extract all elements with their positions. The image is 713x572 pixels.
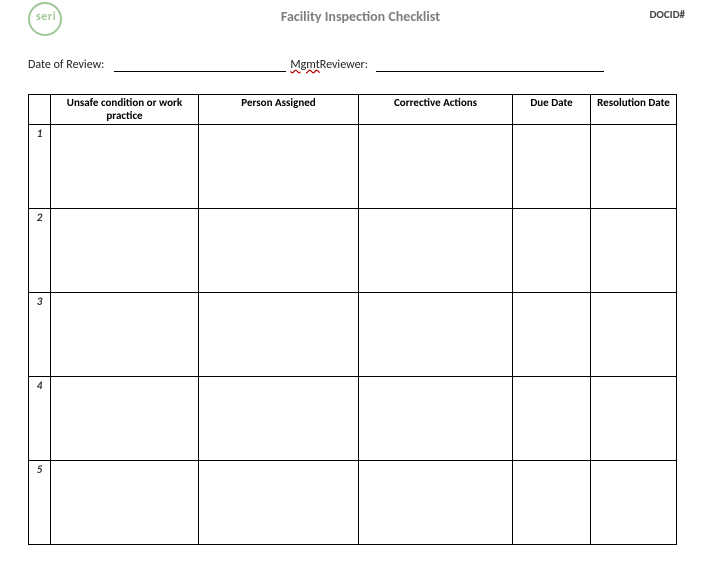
cell-due[interactable] <box>513 377 591 461</box>
table-row: 3 <box>29 293 677 377</box>
page-title: Facility Inspection Checklist <box>28 8 693 25</box>
cell-person[interactable] <box>199 293 359 377</box>
col-header-condition: Unsafe condition or work practice <box>51 95 199 125</box>
cell-person[interactable] <box>199 377 359 461</box>
cell-actions[interactable] <box>359 209 513 293</box>
date-of-review-label: Date of Review: <box>28 58 104 72</box>
cell-resolution[interactable] <box>591 461 677 545</box>
cell-person[interactable] <box>199 209 359 293</box>
checklist-table-wrap: Unsafe condition or work practice Person… <box>28 94 693 545</box>
cell-due[interactable] <box>513 125 591 209</box>
header: seri Facility Inspection Checklist DOCID… <box>28 6 693 34</box>
col-header-due: Due Date <box>513 95 591 125</box>
cell-condition[interactable] <box>51 293 199 377</box>
table-row: 2 <box>29 209 677 293</box>
table-row: 1 <box>29 125 677 209</box>
cell-due[interactable] <box>513 209 591 293</box>
table-header-row: Unsafe condition or work practice Person… <box>29 95 677 125</box>
table-body: 1 2 3 <box>29 125 677 545</box>
row-number: 1 <box>29 125 51 209</box>
cell-condition[interactable] <box>51 125 199 209</box>
document-page: seri Facility Inspection Checklist DOCID… <box>0 0 713 572</box>
col-header-actions: Corrective Actions <box>359 95 513 125</box>
col-header-num <box>29 95 51 125</box>
cell-person[interactable] <box>199 125 359 209</box>
cell-actions[interactable] <box>359 377 513 461</box>
meta-row: Date of Review: MgmtReviewer: <box>28 58 693 72</box>
mgmt-reviewer-input-line[interactable] <box>376 58 604 72</box>
cell-resolution[interactable] <box>591 209 677 293</box>
cell-resolution[interactable] <box>591 377 677 461</box>
row-number: 5 <box>29 461 51 545</box>
cell-due[interactable] <box>513 293 591 377</box>
cell-actions[interactable] <box>359 293 513 377</box>
row-number: 4 <box>29 377 51 461</box>
cell-condition[interactable] <box>51 461 199 545</box>
cell-condition[interactable] <box>51 377 199 461</box>
cell-person[interactable] <box>199 461 359 545</box>
cell-resolution[interactable] <box>591 293 677 377</box>
table-row: 5 <box>29 461 677 545</box>
mgmt-text: Mgmt <box>290 58 319 72</box>
cell-due[interactable] <box>513 461 591 545</box>
checklist-table: Unsafe condition or work practice Person… <box>28 94 677 545</box>
cell-actions[interactable] <box>359 125 513 209</box>
row-number: 2 <box>29 209 51 293</box>
col-header-resolution: Resolution Date <box>591 95 677 125</box>
mgmt-reviewer-label: MgmtReviewer: <box>290 58 368 72</box>
cell-condition[interactable] <box>51 209 199 293</box>
docid-label: DOCID# <box>649 8 685 21</box>
cell-resolution[interactable] <box>591 125 677 209</box>
date-of-review-input-line[interactable] <box>114 58 286 72</box>
cell-actions[interactable] <box>359 461 513 545</box>
col-header-person: Person Assigned <box>199 95 359 125</box>
row-number: 3 <box>29 293 51 377</box>
reviewer-text: Reviewer: <box>320 58 368 72</box>
table-row: 4 <box>29 377 677 461</box>
